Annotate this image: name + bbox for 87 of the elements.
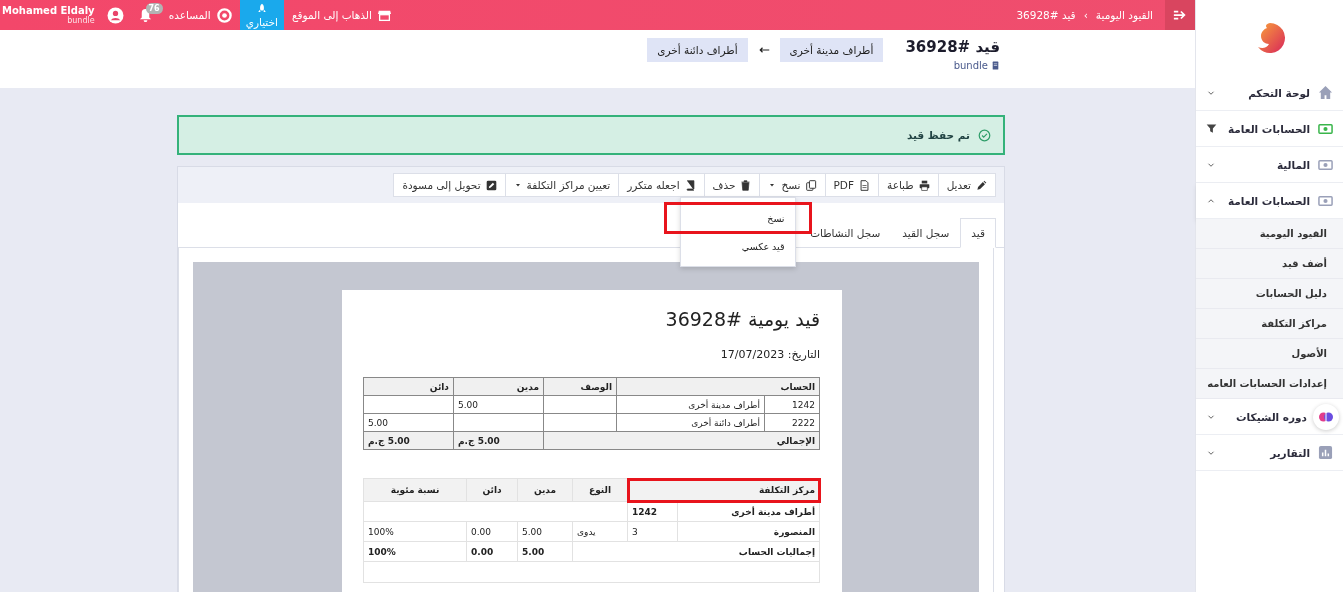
table-cell: 5.00	[363, 413, 454, 432]
user-icon	[106, 6, 124, 24]
toolbar-button[interactable]: نسخ	[759, 173, 826, 197]
document-date: التاريخ: 17/07/2023	[719, 348, 820, 361]
menu-toggle-button[interactable]	[1165, 0, 1195, 30]
brain-button[interactable]	[1313, 403, 1339, 430]
table-cell: المنصورة	[677, 521, 820, 542]
table-cell: 0.00	[466, 521, 518, 542]
submenu-item[interactable]: إعدادات الحسابات العامه	[1196, 369, 1343, 399]
table-cell: 5.00	[517, 541, 573, 562]
money-icon	[1318, 193, 1333, 208]
user-subtitle: bundle	[67, 16, 95, 25]
breadcrumb-link[interactable]: القيود اليومية	[1095, 9, 1153, 21]
account-button[interactable]: أطراف مدينة أخرى	[779, 38, 884, 62]
table-cell: أطراف دائنة أخرى	[616, 413, 765, 432]
table-cell: إجماليات الحساب	[572, 541, 820, 562]
table-cell: 1242	[764, 395, 820, 414]
column-header: مدين	[453, 377, 544, 396]
store-icon	[377, 8, 391, 22]
filter-icon	[1206, 123, 1217, 134]
pencil-icon	[976, 179, 987, 191]
money-icon	[1318, 121, 1333, 136]
toolbar-button[interactable]: تحويل إلى مسودة	[393, 173, 506, 197]
column-header: مدين	[517, 478, 573, 502]
check-circle-icon	[978, 128, 991, 142]
caret-icon	[513, 181, 522, 189]
column-header: الوصف	[543, 377, 617, 396]
toolbar-button[interactable]: PDF	[824, 173, 879, 197]
table-cell: 100%	[363, 541, 467, 562]
submenu-item[interactable]: مراكز التكلفة	[1196, 309, 1343, 339]
submenu-item[interactable]: القيود اليومية	[1196, 219, 1343, 249]
toolbar-button[interactable]: اجعله متكرر	[618, 173, 705, 197]
tab[interactable]: قيد	[960, 218, 996, 248]
table-cell: 5.00	[517, 521, 573, 542]
column-header: مركز التكلفة	[627, 478, 820, 502]
column-header: النوع	[572, 478, 628, 502]
table-cell: أطراف مدينة أخرى	[616, 395, 765, 414]
sidebar-item[interactable]: دوره الشيكات	[1196, 399, 1343, 435]
trash-icon	[740, 179, 752, 191]
home-icon	[1318, 85, 1333, 100]
table-cell: أطراف مدينة أخرى	[677, 501, 820, 522]
money-icon	[1318, 157, 1333, 172]
column-header: دائن	[466, 478, 518, 502]
table-cell: 1242	[627, 501, 678, 522]
table-cell: 0.00	[466, 541, 518, 562]
arrow-icon	[1173, 8, 1187, 22]
top-bar-link[interactable]: المساعده	[160, 0, 240, 30]
alert-message: تم حفظ قيد	[906, 129, 970, 141]
toolbar-button[interactable]: حذف	[703, 173, 761, 197]
table-cell: 100%	[363, 521, 467, 542]
copy-icon	[805, 179, 817, 191]
tab[interactable]: سجل القيد	[891, 218, 961, 248]
sidebar-item[interactable]: الحسابات العامة	[1196, 111, 1343, 147]
toolbar-button[interactable]: تعديل	[937, 173, 996, 197]
help-icon	[216, 7, 232, 23]
column-header: نسبة مئوية	[363, 478, 467, 502]
printer-icon	[918, 179, 930, 191]
caret-icon	[768, 181, 777, 189]
submenu-item[interactable]: الأصول	[1196, 339, 1343, 369]
file-icon	[859, 179, 870, 191]
column-header: الحساب	[616, 377, 820, 396]
submenu-item[interactable]: أضف قيد	[1196, 249, 1343, 279]
table-cell: 2222	[764, 413, 820, 432]
table-cell: 3	[627, 521, 678, 542]
column-header: دائن	[363, 377, 454, 396]
submenu-item[interactable]: دليل الحسابات	[1196, 279, 1343, 309]
top-bar-link[interactable]: الذهاب إلى الموقع	[283, 0, 399, 30]
bar-chart-icon	[1318, 445, 1333, 460]
book-icon	[684, 179, 696, 191]
table-cell: يدوى	[572, 521, 628, 542]
toolbar-button[interactable]: طباعة	[878, 173, 939, 197]
document-title: قيد يومية #36928	[664, 308, 820, 330]
edit-square-icon	[485, 179, 497, 191]
menu-item[interactable]: قيد عكسي	[680, 232, 795, 260]
sidebar-item[interactable]: المالية	[1196, 147, 1343, 183]
page-title: قيد #36928	[905, 38, 1000, 56]
account-button[interactable]: أطراف دائنة أخرى	[647, 38, 748, 62]
sidebar-item[interactable]: التقارير	[1196, 435, 1343, 471]
sidebar-item[interactable]: لوحة التحكم	[1196, 75, 1343, 111]
user-name: Mohamed Eldaly	[2, 5, 95, 16]
breadcrumb-link[interactable]: قيد #36928	[1016, 9, 1076, 21]
toolbar-button[interactable]: تعيين مراكز التكلفة	[504, 173, 620, 197]
company-label: bundle	[953, 60, 1000, 71]
table-cell: 5.00	[453, 395, 544, 414]
breadcrumb-separator: ›	[1083, 9, 1088, 21]
notification-badge: 76	[145, 2, 163, 14]
document-icon	[991, 61, 1000, 70]
